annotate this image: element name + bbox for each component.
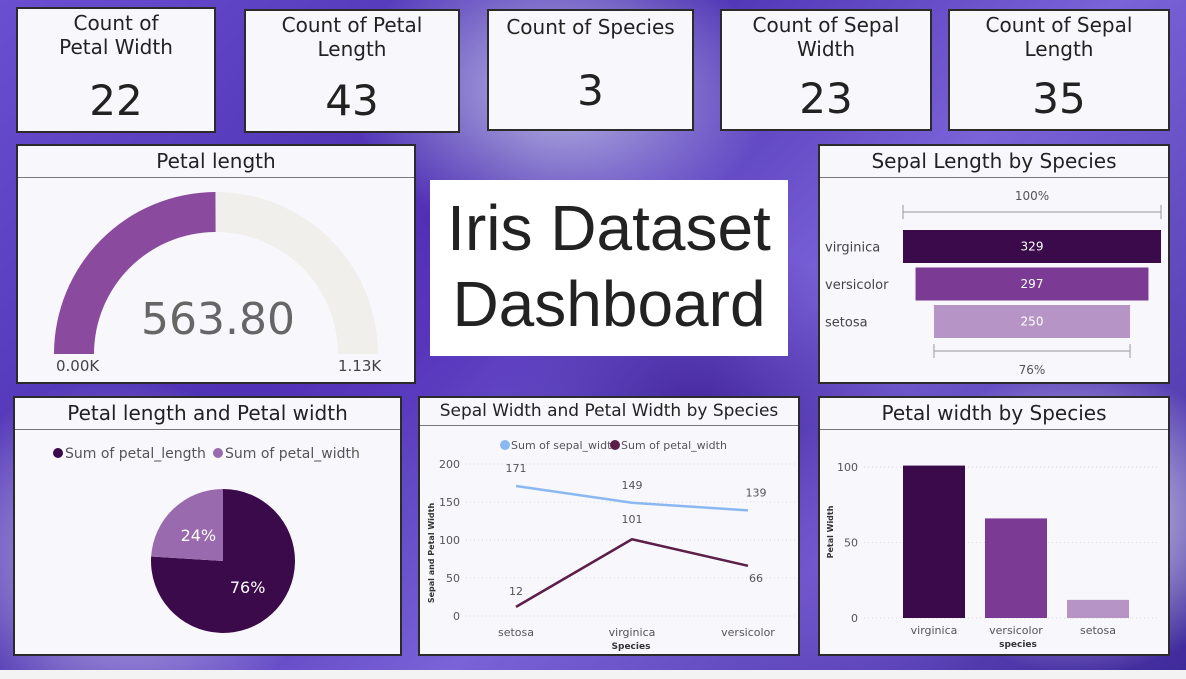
bar-x-tick: versicolor bbox=[989, 624, 1043, 637]
funnel-value-label: 297 bbox=[1021, 277, 1044, 291]
funnel-category-label: virginica bbox=[825, 241, 880, 256]
funnel-chart: 100% 329virginica297versicolor250setosa … bbox=[825, 189, 1162, 377]
pie-slice-label: 76% bbox=[230, 578, 266, 597]
line-data-label: 149 bbox=[622, 479, 643, 492]
bar-y-tick: 50 bbox=[844, 537, 858, 550]
funnel-bottom-label: 76% bbox=[1019, 363, 1046, 377]
line-chart: Sum of sepal_width Sum of petal_width 0 5… bbox=[427, 439, 796, 652]
bar-y-axis-title: Petal Width bbox=[826, 505, 835, 558]
kpi-value: 23 bbox=[799, 74, 853, 123]
line-panel: Sepal Width and Petal Width by Species S… bbox=[418, 396, 800, 656]
line-y-axis-title: Sepal and Petal Width bbox=[427, 503, 436, 604]
line-y-tick: 100 bbox=[439, 534, 460, 547]
line-title: Sepal Width and Petal Width by Species bbox=[420, 398, 798, 426]
line-data-label: 101 bbox=[622, 513, 643, 526]
funnel-category-label: setosa bbox=[825, 316, 868, 331]
kpi-card-sepal-width: Count of Sepal Width 23 bbox=[720, 9, 932, 131]
kpi-card-petal-length: Count of Petal Length 43 bbox=[244, 9, 460, 133]
funnel-title: Sepal Length by Species bbox=[820, 146, 1168, 178]
legend-marker-petal-length bbox=[53, 448, 63, 458]
line-x-axis-title: Species bbox=[612, 642, 651, 652]
kpi-title: Count of Petal Length bbox=[281, 13, 423, 61]
bar-y-tick: 100 bbox=[837, 461, 858, 474]
headline-line-2: Dashboard bbox=[452, 268, 766, 340]
legend-label-petal-length: Sum of petal_length bbox=[65, 446, 206, 462]
legend-marker-sepal-width bbox=[500, 440, 510, 450]
kpi-value: 22 bbox=[89, 76, 143, 125]
kpi-title: Count of Sepal Width bbox=[752, 13, 900, 61]
bottom-strip bbox=[0, 670, 1186, 679]
legend-label-petal-width: Sum of petal_width bbox=[621, 439, 727, 452]
gauge-chart: 563.80 0.00K 1.13K bbox=[54, 192, 382, 375]
line-data-label: 12 bbox=[509, 585, 523, 598]
kpi-card-petal-width: Count of Petal Width 22 bbox=[16, 7, 216, 133]
gauge-max-label: 1.13K bbox=[338, 357, 382, 375]
dashboard-headline: Iris Dataset Dashboard bbox=[430, 180, 788, 356]
funnel-panel: Sepal Length by Species 100% 329 virginic… bbox=[818, 144, 1170, 384]
pie-panel: Petal length and Petal width Sum of peta… bbox=[13, 396, 402, 656]
line-y-tick: 200 bbox=[439, 458, 460, 471]
line-series-1[interactable] bbox=[515, 537, 749, 608]
kpi-title: Count of Sepal Length bbox=[985, 13, 1133, 61]
line-data-label: 139 bbox=[746, 486, 767, 499]
legend-label-petal-width: Sum of petal_width bbox=[225, 446, 360, 462]
kpi-card-sepal-length: Count of Sepal Length 35 bbox=[948, 9, 1170, 131]
legend-marker-petal-width bbox=[610, 440, 620, 450]
funnel-value-label: 329 bbox=[1021, 240, 1044, 254]
bar-x-tick: setosa bbox=[1080, 624, 1116, 637]
gauge-min-label: 0.00K bbox=[56, 357, 100, 375]
line-data-label: 171 bbox=[506, 462, 527, 475]
kpi-value: 3 bbox=[577, 66, 604, 115]
bar-title: Petal width by Species bbox=[820, 398, 1168, 430]
line-y-tick: 150 bbox=[439, 496, 460, 509]
bar-panel: Petal width by Species 0 50 100 virginica v… bbox=[818, 396, 1170, 656]
gauge-title: Petal length bbox=[18, 146, 414, 178]
funnel-category-label: versicolor bbox=[825, 278, 889, 293]
bar-x-axis-title: species bbox=[999, 640, 1037, 650]
line-x-tick: setosa bbox=[498, 626, 534, 639]
bar-setosa[interactable] bbox=[1067, 599, 1129, 618]
kpi-card-species: Count of Species 3 bbox=[487, 9, 694, 131]
bar-y-tick: 0 bbox=[851, 612, 858, 625]
kpi-title: Count of Petal Width bbox=[59, 11, 173, 59]
bar-versicolor[interactable] bbox=[985, 518, 1047, 618]
pie-slice-label: 24% bbox=[181, 526, 217, 545]
headline-line-1: Iris Dataset bbox=[447, 192, 771, 264]
bar-virginica[interactable] bbox=[903, 465, 965, 618]
line-y-tick: 0 bbox=[453, 610, 460, 623]
line-x-tick: virginica bbox=[609, 626, 656, 639]
bar-x-tick: virginica bbox=[911, 624, 958, 637]
gauge-value-label: 563.80 bbox=[141, 294, 295, 345]
kpi-value: 35 bbox=[1032, 74, 1086, 123]
pie-chart: Sum of petal_length Sum of petal_width 7… bbox=[53, 446, 360, 633]
funnel-top-label: 100% bbox=[1015, 189, 1049, 203]
kpi-value: 43 bbox=[325, 76, 379, 125]
funnel-value-label: 250 bbox=[1021, 315, 1044, 329]
pie-title: Petal length and Petal width bbox=[15, 398, 400, 430]
bar-chart: 0 50 100 virginica versicolor setosa Petal W… bbox=[826, 461, 1160, 650]
gauge-panel: Petal length 563.80 0.00K 1.13K bbox=[16, 144, 416, 384]
legend-marker-petal-width bbox=[213, 448, 223, 458]
kpi-title: Count of Species bbox=[506, 15, 675, 39]
line-data-label: 66 bbox=[749, 572, 763, 585]
legend-label-sepal-width: Sum of sepal_width bbox=[511, 439, 618, 452]
line-y-tick: 50 bbox=[446, 572, 460, 585]
line-x-tick: versicolor bbox=[721, 626, 775, 639]
